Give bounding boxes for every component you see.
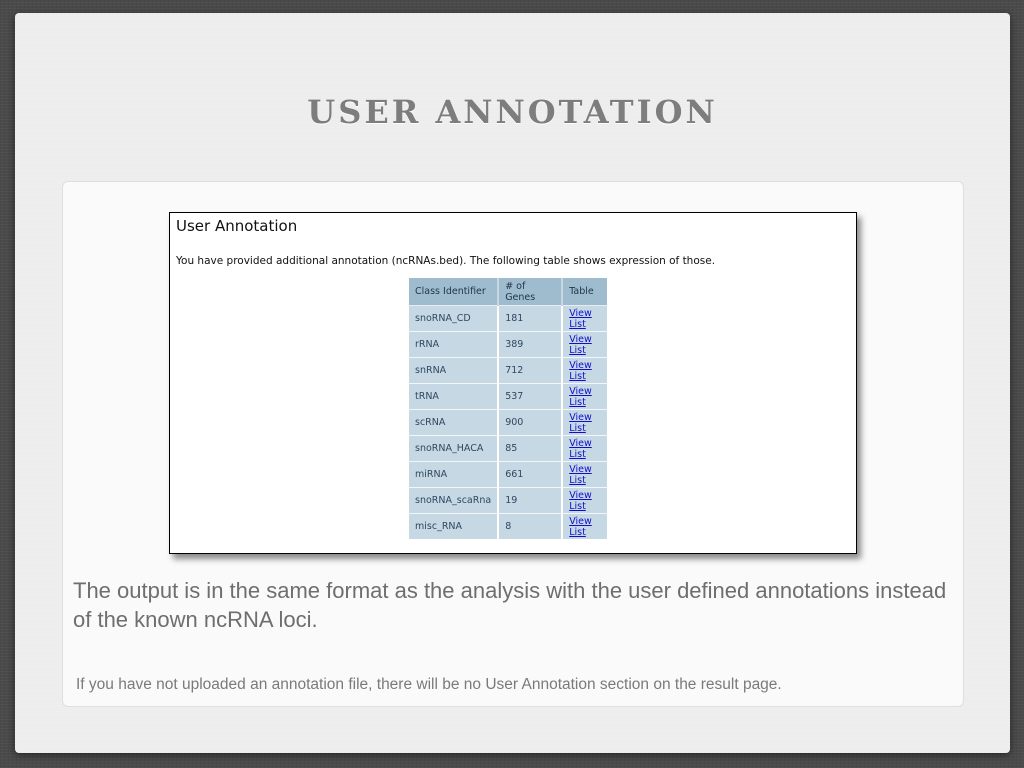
slide: USER ANNOTATION User Annotation You have… bbox=[15, 13, 1010, 753]
table-link-cell: View List bbox=[562, 383, 608, 410]
gene-count-cell: 8 bbox=[498, 513, 564, 539]
gene-count-cell: 537 bbox=[498, 383, 564, 410]
view-list-link[interactable]: View List bbox=[569, 360, 592, 382]
gene-count-cell: 85 bbox=[498, 435, 564, 462]
class-identifier-cell: snoRNA_HACA bbox=[409, 435, 500, 462]
table-link-cell: View List bbox=[562, 435, 608, 462]
footnote: If you have not uploaded an annotation f… bbox=[76, 676, 782, 693]
header-class-identifier: Class Identifier bbox=[409, 278, 500, 306]
table-row: misc_RNA 8 View List bbox=[409, 513, 608, 539]
table-link-cell: View List bbox=[562, 357, 608, 384]
view-list-link[interactable]: View List bbox=[569, 412, 592, 434]
class-identifier-cell: tRNA bbox=[409, 383, 500, 410]
table-row: rRNA 389 View List bbox=[409, 331, 608, 358]
class-identifier-cell: snRNA bbox=[409, 357, 500, 384]
class-identifier-cell: rRNA bbox=[409, 331, 500, 358]
table-row: scRNA 900 View List bbox=[409, 409, 608, 436]
gene-count-cell: 712 bbox=[498, 357, 564, 384]
class-identifier-cell: snoRNA_scaRna bbox=[409, 487, 500, 514]
table-row: snoRNA_CD 181 View List bbox=[409, 305, 608, 332]
table-link-cell: View List bbox=[562, 305, 608, 332]
header-table: Table bbox=[562, 278, 608, 306]
class-identifier-cell: misc_RNA bbox=[409, 513, 500, 539]
table-row: miRNA 661 View List bbox=[409, 461, 608, 488]
gene-count-cell: 389 bbox=[498, 331, 564, 358]
view-list-link[interactable]: View List bbox=[569, 516, 592, 538]
view-list-link[interactable]: View List bbox=[569, 308, 592, 330]
view-list-link[interactable]: View List bbox=[569, 490, 592, 512]
class-identifier-cell: scRNA bbox=[409, 409, 500, 436]
result-page-screenshot: User Annotation You have provided additi… bbox=[169, 212, 857, 554]
view-list-link[interactable]: View List bbox=[569, 386, 592, 408]
table-row: snRNA 712 View List bbox=[409, 357, 608, 384]
class-identifier-cell: miRNA bbox=[409, 461, 500, 488]
view-list-link[interactable]: View List bbox=[569, 438, 592, 460]
class-identifier-cell: snoRNA_CD bbox=[409, 305, 500, 332]
slide-title: USER ANNOTATION bbox=[307, 93, 718, 131]
header-gene-count: # of Genes bbox=[498, 278, 564, 306]
table-header-row: Class Identifier # of Genes Table bbox=[409, 278, 608, 306]
section-description: You have provided additional annotation … bbox=[176, 255, 716, 267]
table-row: snoRNA_HACA 85 View List bbox=[409, 435, 608, 462]
gene-count-cell: 661 bbox=[498, 461, 564, 488]
section-heading: User Annotation bbox=[176, 217, 298, 235]
gene-count-cell: 19 bbox=[498, 487, 564, 514]
table-link-cell: View List bbox=[562, 513, 608, 539]
table-link-cell: View List bbox=[562, 409, 608, 436]
view-list-link[interactable]: View List bbox=[569, 464, 592, 486]
table-link-cell: View List bbox=[562, 461, 608, 488]
table-row: snoRNA_scaRna 19 View List bbox=[409, 487, 608, 514]
content-panel: User Annotation You have provided additi… bbox=[62, 181, 964, 707]
gene-count-cell: 181 bbox=[498, 305, 564, 332]
table-row: tRNA 537 View List bbox=[409, 383, 608, 410]
body-text: The output is in the same format as the … bbox=[73, 578, 947, 632]
view-list-link[interactable]: View List bbox=[569, 334, 592, 356]
table-link-cell: View List bbox=[562, 487, 608, 514]
gene-count-cell: 900 bbox=[498, 409, 564, 436]
table-link-cell: View List bbox=[562, 331, 608, 358]
annotation-table: Class Identifier # of Genes Table snoRNA… bbox=[409, 278, 608, 539]
